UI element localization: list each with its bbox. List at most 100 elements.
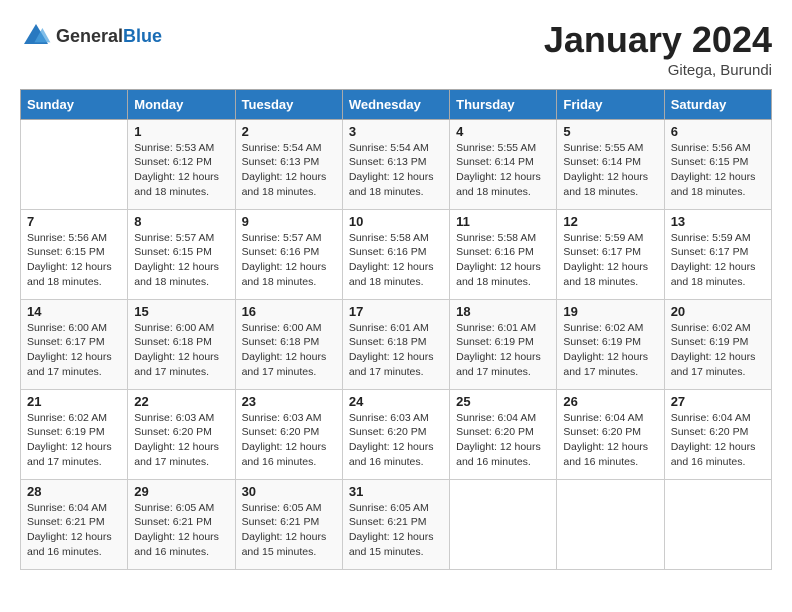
day-number: 20 (671, 304, 765, 319)
calendar-cell: 20Sunrise: 6:02 AMSunset: 6:19 PMDayligh… (664, 299, 771, 389)
calendar-cell (450, 479, 557, 569)
day-detail: Sunrise: 5:58 AMSunset: 6:16 PMDaylight:… (349, 231, 443, 290)
day-number: 9 (242, 214, 336, 229)
calendar-cell: 24 Sunrise: 6:03 AMSunset: 6:20 PMDayligh… (342, 389, 449, 479)
day-detail: Sunrise: 6:02 AMSunset: 6:19 PMDaylight:… (27, 411, 121, 470)
day-detail: Sunrise: 6:05 AMSunset: 6:21 PMDaylight:… (349, 501, 443, 560)
logo-text-general: General (56, 26, 123, 46)
calendar-header-sunday: Sunday (21, 89, 128, 119)
day-detail: Sunrise: 6:01 AMSunset: 6:19 PMDaylight:… (456, 321, 550, 380)
day-number: 22 (134, 394, 228, 409)
calendar-cell: 29 Sunrise: 6:05 AMSunset: 6:21 PMDayligh… (128, 479, 235, 569)
calendar-cell: 13Sunrise: 5:59 AMSunset: 6:17 PMDayligh… (664, 209, 771, 299)
calendar-cell: 11Sunrise: 5:58 AMSunset: 6:16 PMDayligh… (450, 209, 557, 299)
calendar-cell: 28 Sunrise: 6:04 AMSunset: 6:21 PMDayligh… (21, 479, 128, 569)
day-number: 16 (242, 304, 336, 319)
day-number: 17 (349, 304, 443, 319)
day-number: 25 (456, 394, 550, 409)
calendar-cell: 7Sunrise: 5:56 AMSunset: 6:15 PMDaylight… (21, 209, 128, 299)
calendar-cell: 19 Sunrise: 6:02 AMSunset: 6:19 PMDayligh… (557, 299, 664, 389)
calendar-week-row: 28 Sunrise: 6:04 AMSunset: 6:21 PMDayligh… (21, 479, 772, 569)
title-block: January 2024 Gitega, Burundi (544, 20, 772, 79)
calendar-cell (21, 119, 128, 209)
calendar-cell: 18 Sunrise: 6:01 AMSunset: 6:19 PMDayligh… (450, 299, 557, 389)
day-detail: Sunrise: 6:03 AMSunset: 6:20 PMDaylight:… (242, 411, 336, 470)
day-number: 21 (27, 394, 121, 409)
calendar-cell: 1 Sunrise: 5:53 AMSunset: 6:12 PMDaylight… (128, 119, 235, 209)
calendar-cell: 30Sunrise: 6:05 AMSunset: 6:21 PMDayligh… (235, 479, 342, 569)
calendar-week-row: 21 Sunrise: 6:02 AMSunset: 6:19 PMDayligh… (21, 389, 772, 479)
calendar-week-row: 1 Sunrise: 5:53 AMSunset: 6:12 PMDaylight… (21, 119, 772, 209)
calendar-cell: 2 Sunrise: 5:54 AMSunset: 6:13 PMDaylight… (235, 119, 342, 209)
calendar-header-friday: Friday (557, 89, 664, 119)
day-detail: Sunrise: 5:59 AMSunset: 6:17 PMDaylight:… (563, 231, 657, 290)
day-detail: Sunrise: 6:04 AMSunset: 6:20 PMDaylight:… (456, 411, 550, 470)
page-header: GeneralBlue January 2024 Gitega, Burundi (20, 20, 772, 79)
day-number: 19 (563, 304, 657, 319)
month-year: January 2024 (544, 20, 772, 60)
day-number: 29 (134, 484, 228, 499)
calendar-week-row: 7Sunrise: 5:56 AMSunset: 6:15 PMDaylight… (21, 209, 772, 299)
day-number: 31 (349, 484, 443, 499)
day-detail: Sunrise: 6:02 AMSunset: 6:19 PMDaylight:… (563, 321, 657, 380)
calendar-cell: 17 Sunrise: 6:01 AMSunset: 6:18 PMDayligh… (342, 299, 449, 389)
day-detail: Sunrise: 5:57 AMSunset: 6:16 PMDaylight:… (242, 231, 336, 290)
calendar-cell: 27Sunrise: 6:04 AMSunset: 6:20 PMDayligh… (664, 389, 771, 479)
logo-icon (20, 20, 52, 52)
day-number: 26 (563, 394, 657, 409)
day-number: 24 (349, 394, 443, 409)
day-detail: Sunrise: 6:03 AMSunset: 6:20 PMDaylight:… (134, 411, 228, 470)
day-number: 8 (134, 214, 228, 229)
day-number: 1 (134, 124, 228, 139)
day-detail: Sunrise: 6:05 AMSunset: 6:21 PMDaylight:… (134, 501, 228, 560)
day-detail: Sunrise: 5:55 AMSunset: 6:14 PMDaylight:… (456, 141, 550, 200)
calendar-cell (664, 479, 771, 569)
day-number: 3 (349, 124, 443, 139)
day-detail: Sunrise: 6:03 AMSunset: 6:20 PMDaylight:… (349, 411, 443, 470)
day-number: 28 (27, 484, 121, 499)
calendar-cell: 14Sunrise: 6:00 AMSunset: 6:17 PMDayligh… (21, 299, 128, 389)
day-detail: Sunrise: 6:00 AMSunset: 6:17 PMDaylight:… (27, 321, 121, 380)
calendar-cell: 5Sunrise: 5:55 AMSunset: 6:14 PMDaylight… (557, 119, 664, 209)
calendar-cell: 31 Sunrise: 6:05 AMSunset: 6:21 PMDayligh… (342, 479, 449, 569)
calendar-cell: 10 Sunrise: 5:58 AMSunset: 6:16 PMDayligh… (342, 209, 449, 299)
calendar-cell: 22 Sunrise: 6:03 AMSunset: 6:20 PMDayligh… (128, 389, 235, 479)
day-number: 15 (134, 304, 228, 319)
calendar-cell: 3Sunrise: 5:54 AMSunset: 6:13 PMDaylight… (342, 119, 449, 209)
calendar-cell: 8 Sunrise: 5:57 AMSunset: 6:15 PMDaylight… (128, 209, 235, 299)
day-number: 10 (349, 214, 443, 229)
day-detail: Sunrise: 5:57 AMSunset: 6:15 PMDaylight:… (134, 231, 228, 290)
calendar-cell: 15Sunrise: 6:00 AMSunset: 6:18 PMDayligh… (128, 299, 235, 389)
calendar-cell: 12 Sunrise: 5:59 AMSunset: 6:17 PMDayligh… (557, 209, 664, 299)
day-number: 6 (671, 124, 765, 139)
day-detail: Sunrise: 6:01 AMSunset: 6:18 PMDaylight:… (349, 321, 443, 380)
calendar-header-monday: Monday (128, 89, 235, 119)
day-detail: Sunrise: 5:56 AMSunset: 6:15 PMDaylight:… (671, 141, 765, 200)
day-detail: Sunrise: 6:04 AMSunset: 6:21 PMDaylight:… (27, 501, 121, 560)
day-detail: Sunrise: 5:53 AMSunset: 6:12 PMDaylight:… (134, 141, 228, 200)
day-detail: Sunrise: 5:54 AMSunset: 6:13 PMDaylight:… (242, 141, 336, 200)
calendar-header-tuesday: Tuesday (235, 89, 342, 119)
day-detail: Sunrise: 6:04 AMSunset: 6:20 PMDaylight:… (563, 411, 657, 470)
calendar-cell: 9 Sunrise: 5:57 AMSunset: 6:16 PMDaylight… (235, 209, 342, 299)
calendar-header-row: SundayMondayTuesdayWednesdayThursdayFrid… (21, 89, 772, 119)
logo: GeneralBlue (20, 20, 162, 52)
calendar-header-saturday: Saturday (664, 89, 771, 119)
day-number: 7 (27, 214, 121, 229)
calendar-week-row: 14Sunrise: 6:00 AMSunset: 6:17 PMDayligh… (21, 299, 772, 389)
location: Gitega, Burundi (544, 62, 772, 79)
day-number: 12 (563, 214, 657, 229)
calendar-header-wednesday: Wednesday (342, 89, 449, 119)
day-detail: Sunrise: 6:00 AMSunset: 6:18 PMDaylight:… (242, 321, 336, 380)
logo-text-blue: Blue (123, 26, 162, 46)
calendar-cell: 4Sunrise: 5:55 AMSunset: 6:14 PMDaylight… (450, 119, 557, 209)
day-number: 23 (242, 394, 336, 409)
day-number: 18 (456, 304, 550, 319)
day-number: 2 (242, 124, 336, 139)
calendar-cell: 23 Sunrise: 6:03 AMSunset: 6:20 PMDayligh… (235, 389, 342, 479)
calendar-cell (557, 479, 664, 569)
calendar-cell: 6 Sunrise: 5:56 AMSunset: 6:15 PMDaylight… (664, 119, 771, 209)
day-number: 27 (671, 394, 765, 409)
day-number: 13 (671, 214, 765, 229)
calendar-cell: 21 Sunrise: 6:02 AMSunset: 6:19 PMDayligh… (21, 389, 128, 479)
